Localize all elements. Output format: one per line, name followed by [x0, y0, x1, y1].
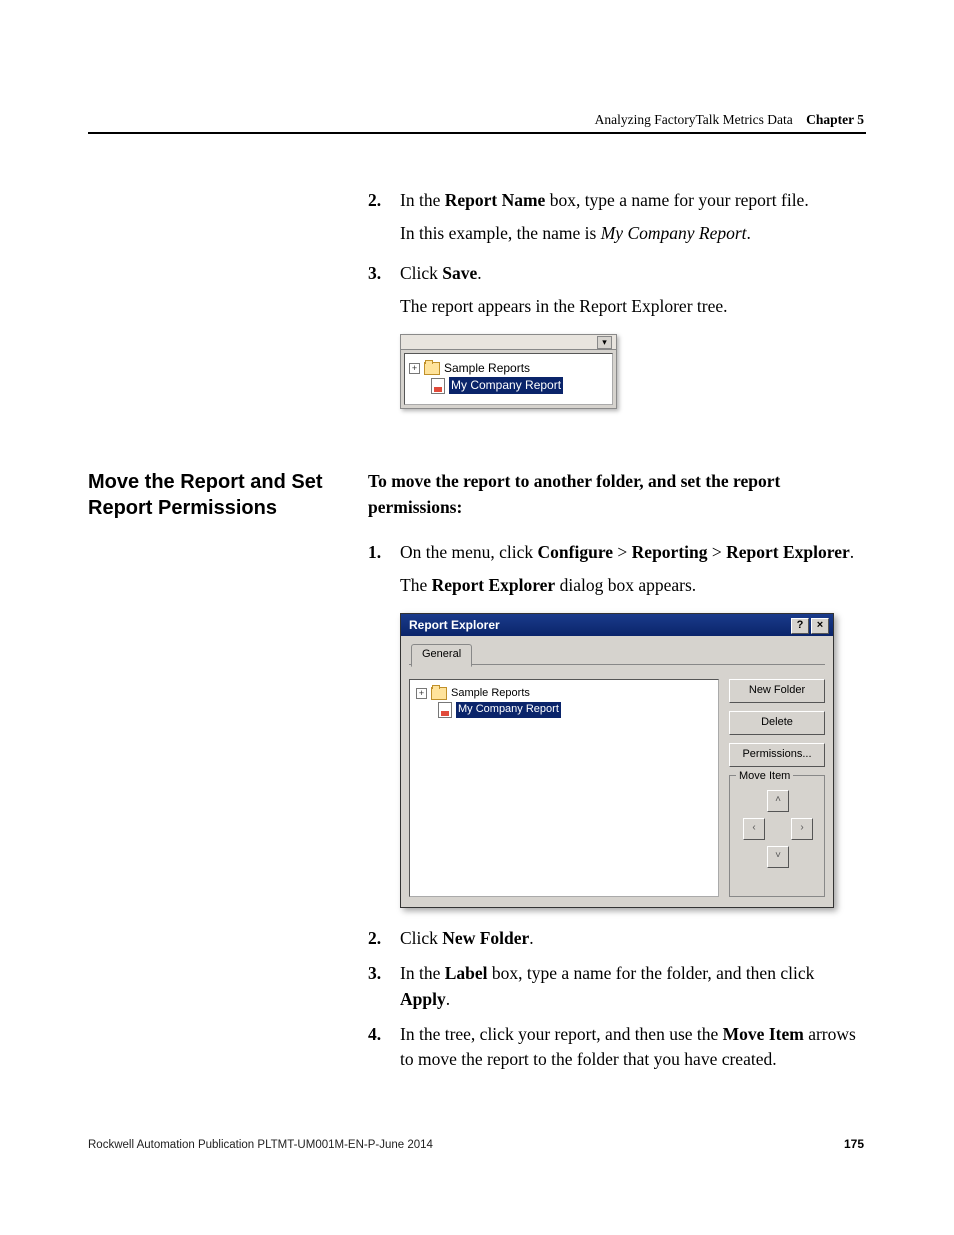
step-subtext: In this example, the name is My Company …: [400, 221, 866, 246]
tree-panel: + Sample Reports My Company Report: [404, 353, 613, 406]
tree-screenshot: ▾ + Sample Reports My Company Report: [400, 334, 617, 410]
tree-row-report[interactable]: My Company Report: [416, 702, 712, 718]
page-number: 175: [844, 1137, 864, 1151]
step-2: 2. In the Report Name box, type a name f…: [368, 188, 866, 247]
header-section: Analyzing FactoryTalk Metrics Data: [595, 112, 793, 127]
tree-label-selected: My Company Report: [456, 702, 561, 718]
new-folder-button[interactable]: New Folder: [729, 679, 825, 703]
dialog-title: Report Explorer: [409, 617, 500, 634]
step-subtext: The Report Explorer dialog box appears.: [400, 573, 866, 598]
folder-icon: [431, 687, 447, 700]
help-button[interactable]: ?: [791, 618, 809, 634]
report-icon: [438, 702, 452, 718]
move-up-button[interactable]: ˄: [767, 790, 789, 812]
step-text: Click Save.: [400, 263, 482, 283]
step-number: 2.: [368, 926, 381, 951]
side-heading: Move the Report and Set Report Permissio…: [88, 469, 338, 521]
report-icon: [431, 378, 445, 394]
step-text: In the Label box, type a name for the fo…: [400, 963, 814, 1008]
tree-row-folder[interactable]: + Sample Reports: [409, 360, 608, 377]
step-number: 3.: [368, 261, 381, 286]
tree-label-selected: My Company Report: [449, 377, 563, 394]
move-left-button[interactable]: ‹: [743, 818, 765, 840]
dialog-titlebar[interactable]: Report Explorer ? ×: [401, 614, 833, 636]
step-subtext: The report appears in the Report Explore…: [400, 294, 866, 319]
expand-icon[interactable]: +: [416, 688, 427, 699]
move-item-group: Move Item ˄ ‹ › ˅: [729, 775, 825, 897]
move-step-3: 3. In the Label box, type a name for the…: [368, 961, 866, 1012]
step-number: 3.: [368, 961, 381, 986]
tab-general[interactable]: General: [411, 644, 472, 667]
expand-icon[interactable]: +: [409, 363, 420, 374]
dropdown-icon[interactable]: ▾: [597, 336, 612, 349]
dialog-tree-panel[interactable]: + Sample Reports My Company Report: [409, 679, 719, 897]
move-step-1: 1. On the menu, click Configure > Report…: [368, 540, 866, 908]
step-text: Click New Folder.: [400, 928, 534, 948]
step-text: On the menu, click Configure > Reporting…: [400, 542, 854, 562]
move-step-4: 4. In the tree, click your report, and t…: [368, 1022, 866, 1073]
header-chapter: Chapter 5: [806, 112, 864, 127]
close-button[interactable]: ×: [811, 618, 829, 634]
lead-paragraph: To move the report to another folder, an…: [368, 469, 866, 520]
tree-row-folder[interactable]: + Sample Reports: [416, 686, 712, 702]
move-right-button[interactable]: ›: [791, 818, 813, 840]
tree-label: Sample Reports: [451, 686, 530, 702]
tab-strip: General: [409, 642, 825, 665]
header-rule: [88, 132, 866, 134]
permissions-button[interactable]: Permissions...: [729, 743, 825, 767]
step-number: 2.: [368, 188, 381, 213]
step-text: In the tree, click your report, and then…: [400, 1024, 856, 1069]
move-down-button[interactable]: ˅: [767, 846, 789, 868]
tree-topbar: ▾: [401, 335, 616, 350]
footer-publication: Rockwell Automation Publication PLTMT-UM…: [88, 1139, 433, 1151]
running-header: Analyzing FactoryTalk Metrics Data Chapt…: [595, 112, 864, 128]
step-text: In the Report Name box, type a name for …: [400, 190, 809, 210]
report-explorer-dialog: Report Explorer ? × General: [400, 613, 834, 908]
tree-label: Sample Reports: [444, 360, 530, 377]
step-number: 4.: [368, 1022, 381, 1047]
delete-button[interactable]: Delete: [729, 711, 825, 735]
tree-row-report[interactable]: My Company Report: [409, 377, 608, 394]
step-3: 3. Click Save. The report appears in the…: [368, 261, 866, 410]
step-number: 1.: [368, 540, 381, 565]
move-step-2: 2. Click New Folder.: [368, 926, 866, 951]
folder-icon: [424, 362, 440, 375]
move-item-label: Move Item: [736, 769, 793, 785]
